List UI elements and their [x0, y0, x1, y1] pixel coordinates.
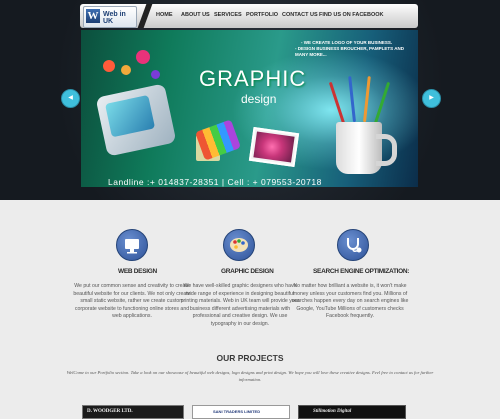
- flower-decoration: [136, 50, 150, 64]
- feature-title-seo: SEARCH ENGINE OPTIMIZATION:: [313, 268, 410, 275]
- hero-banner: - WE CREATE LOGO OF YOUR BUSINESS. - DES…: [81, 30, 418, 187]
- project-thumbnail-label: Stillmotion Digital: [313, 409, 352, 414]
- flower-photo: [253, 131, 295, 163]
- projects-title: OUR PROJECTS: [216, 353, 284, 363]
- projects-intro: WelCome to our Portfolio section. Take a…: [66, 370, 434, 382]
- feature-text-graphic-design: We have well-skilled graphic designers w…: [180, 283, 300, 327]
- slider-prev-button[interactable]: ◀: [61, 89, 80, 108]
- monitor-icon: [116, 229, 148, 261]
- monitor-illustration: [95, 83, 177, 157]
- project-thumbnail-label: D. WOODGER LTD.: [87, 409, 133, 414]
- feature-title-graphic-design: GRAPHIC DESIGN: [221, 268, 274, 275]
- nav-facebook[interactable]: FIND US ON FACEBOOK: [319, 12, 383, 18]
- banner-tagline-2: - DESIGN BUSINESS BROUCHER, PAMPLETS AND…: [295, 46, 405, 57]
- flower-decoration: [103, 60, 115, 72]
- banner-subtitle: design: [241, 92, 277, 106]
- feature-text-seo: No matter how brilliant a website is, it…: [291, 283, 409, 319]
- project-thumbnail-label: SANI TRADERS LIMITED: [213, 409, 261, 414]
- feature-title-web-design: WEB DESIGN: [118, 268, 157, 275]
- stethoscope-icon: [337, 229, 369, 261]
- navigation-bar: W Web in UK HOME ABOUT US SERVICES PORTF…: [80, 4, 418, 28]
- nav-portfolio[interactable]: PORTFOLIO: [246, 12, 278, 18]
- flower-decoration: [151, 70, 160, 79]
- nav-about-us[interactable]: ABOUT US: [181, 12, 210, 18]
- site-logo[interactable]: W Web in UK: [83, 6, 137, 28]
- flower-decoration: [121, 65, 131, 75]
- monitor-screen: [105, 94, 156, 138]
- mug-handle: [376, 134, 397, 166]
- logo-mark: W: [86, 9, 100, 23]
- nav-home[interactable]: HOME: [156, 12, 173, 18]
- logo-text: Web in UK: [103, 11, 126, 25]
- photo-illustration: [248, 126, 300, 168]
- nav-divider: [137, 4, 153, 28]
- banner-title: GRAPHIC: [199, 66, 307, 91]
- feature-text-web-design: We put our common sense and creativity t…: [73, 283, 191, 319]
- palette-icon: [223, 229, 255, 261]
- slider-next-button[interactable]: ▶: [422, 89, 441, 108]
- nav-contact-us[interactable]: CONTACT US: [282, 12, 318, 18]
- contact-numbers: Landline :+ 014837-28351 | Cell : + 0795…: [108, 177, 322, 187]
- nav-services[interactable]: SERVICES: [214, 12, 242, 18]
